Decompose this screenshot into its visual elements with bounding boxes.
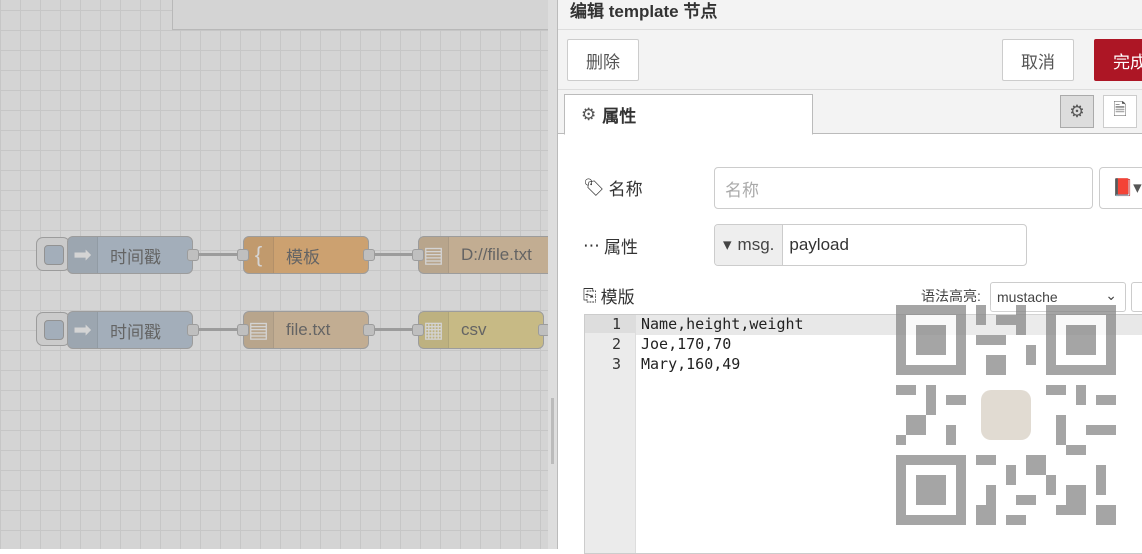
tray-title: 编辑 template 节点 — [570, 2, 718, 21]
name-input[interactable]: 名称 — [714, 167, 1093, 209]
gear-icon: ⚙ — [1069, 101, 1085, 121]
property-type-select[interactable]: ▾ msg. — [715, 225, 784, 265]
template-icon: ⎘ — [583, 285, 597, 305]
property-type-label: msg. — [737, 235, 775, 254]
done-button[interactable]: 完成 — [1094, 39, 1142, 81]
qr-code-watermark — [896, 305, 1116, 525]
property-label: 属性 — [604, 238, 638, 257]
tray-toolbar: 删除 取消 完成 — [558, 30, 1142, 90]
icon-picker-button[interactable]: 📕▾ — [1099, 167, 1142, 209]
line-gutter: 1 2 3 — [585, 315, 636, 553]
book-icon: 📕▾ — [1112, 178, 1142, 197]
delete-button[interactable]: 删除 — [567, 39, 639, 81]
line-number: 1 — [585, 315, 635, 333]
line-number: 3 — [611, 355, 621, 373]
ellipsis-icon: ⋯ — [583, 235, 600, 255]
code-line: Name,height,weight — [641, 315, 804, 333]
document-icon: 🗎 — [1113, 100, 1127, 119]
name-label-row: 🏷 名称 — [583, 175, 643, 200]
expand-editor-button[interactable] — [1131, 282, 1142, 312]
cancel-button[interactable]: 取消 — [1002, 39, 1074, 81]
gear-icon: ⚙ — [581, 104, 597, 124]
tag-icon: 🏷 — [583, 177, 605, 197]
settings-tab-button[interactable]: ⚙ — [1060, 95, 1094, 128]
tab-label: 属性 — [602, 107, 637, 126]
name-label: 名称 — [608, 180, 643, 199]
description-tab-button[interactable]: 🗎 — [1103, 95, 1137, 128]
code-line: Joe,170,70 — [641, 335, 732, 353]
tab-properties[interactable]: ⚙ 属性 — [564, 94, 813, 135]
syntax-label: 语法高亮: — [921, 288, 981, 304]
tray-header: 编辑 template 节点 — [558, 0, 1142, 30]
template-label: 模版 — [600, 288, 635, 307]
canvas-shade — [0, 0, 550, 549]
property-input[interactable]: ▾ msg. payload — [714, 224, 1027, 266]
resize-grip[interactable] — [551, 398, 554, 464]
property-label-row: ⋯ 属性 — [583, 233, 638, 258]
line-number: 2 — [611, 335, 621, 353]
code-line: Mary,160,49 — [641, 355, 741, 373]
property-value: payload — [789, 235, 849, 254]
chevron-down-icon: ⌄ — [1105, 287, 1117, 303]
tray-resize-handle[interactable] — [548, 0, 558, 549]
syntax-value: mustache — [997, 289, 1058, 305]
tab-bar: ⚙ 属性 ⚙ 🗎 — [558, 90, 1142, 135]
caret-down-icon: ▾ — [723, 235, 732, 254]
template-label-row: ⎘ 模版 — [583, 283, 635, 308]
